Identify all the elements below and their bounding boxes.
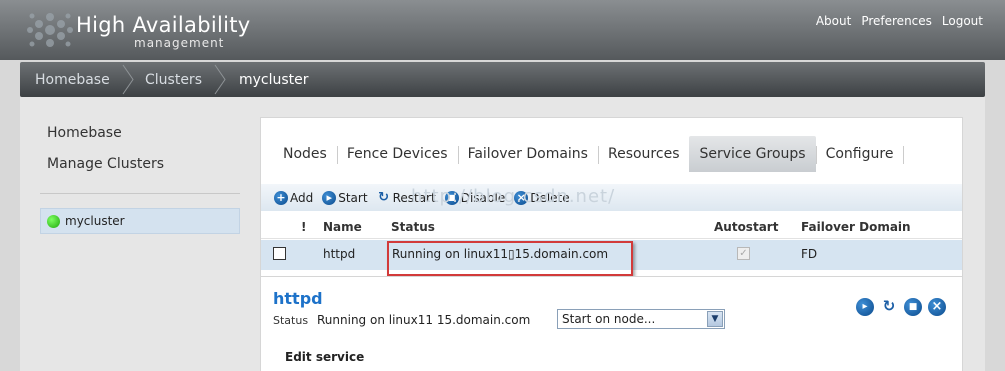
sidebar-item-manage-clusters[interactable]: Manage Clusters: [47, 156, 164, 172]
start-node-select[interactable]: Start on node... ▼: [557, 309, 725, 329]
sidebar-item-label: mycluster: [65, 214, 125, 228]
refresh-icon: ↻: [378, 189, 390, 205]
service-details: httpd Status Running on linux11 15.domai…: [261, 276, 962, 371]
add-label: Add: [290, 190, 314, 205]
status-label: Status: [273, 314, 309, 327]
tab-resources[interactable]: Resources: [597, 136, 690, 172]
breadcrumb-mycluster: mycluster: [239, 72, 309, 88]
row-failover-domain: FD: [801, 247, 818, 261]
app-title: High Availability: [76, 13, 251, 37]
col-name[interactable]: Name: [323, 220, 362, 234]
tab-nodes[interactable]: Nodes: [273, 136, 337, 172]
tab-fence-devices[interactable]: Fence Devices: [336, 136, 458, 172]
restart-button[interactable]: ↻ Restart: [377, 189, 436, 205]
delete-label: Delete: [530, 190, 570, 205]
main-page: Homebase Manage Clusters mycluster Nodes…: [20, 97, 985, 371]
table-row[interactable]: httpd Running on linux11▯15.domain.com ✓…: [261, 240, 962, 270]
stop-service-button[interactable]: ■: [904, 298, 922, 316]
logout-link[interactable]: Logout: [942, 14, 983, 28]
stop-icon: ■: [444, 190, 459, 205]
top-links: About Preferences Logout: [816, 14, 983, 28]
chevron-right-icon: [122, 64, 134, 95]
plus-icon: +: [274, 190, 288, 205]
delete-button[interactable]: × Delete: [514, 190, 570, 205]
close-icon: ×: [514, 190, 529, 205]
start-label: Start: [338, 190, 368, 205]
restart-label: Restart: [392, 190, 436, 205]
breadcrumb-homebase[interactable]: Homebase: [35, 72, 110, 88]
status-value: Running on linux11 15.domain.com: [317, 313, 531, 327]
delete-service-button[interactable]: ×: [928, 298, 946, 316]
restart-service-button[interactable]: ↻: [880, 298, 898, 316]
chevron-down-icon: ▼: [707, 311, 723, 327]
service-toolbar: http://blog.csdn.net/ + Add ▸ Start ↻ Re…: [261, 184, 962, 211]
col-autostart[interactable]: Autostart: [714, 220, 778, 234]
col-failover-domain[interactable]: Failover Domain: [801, 220, 911, 234]
logo-icon: [27, 13, 73, 47]
tab-configure[interactable]: Configure: [815, 136, 904, 172]
chevron-right-icon: [214, 64, 226, 95]
table-header: ! Name Status Autostart Failover Domain: [261, 213, 962, 239]
add-button[interactable]: + Add: [274, 190, 314, 205]
watermark: http://blog.csdn.net/: [411, 186, 616, 207]
start-service-button[interactable]: ▸: [856, 298, 874, 316]
sidebar-item-homebase[interactable]: Homebase: [47, 125, 122, 141]
tab-failover-domains[interactable]: Failover Domains: [457, 136, 598, 172]
app-subtitle: management: [134, 36, 225, 50]
service-actions: ▸ ↻ ■ ×: [856, 298, 946, 316]
disable-label: Disable: [460, 190, 506, 205]
col-status[interactable]: Status: [391, 220, 435, 234]
col-flag: !: [301, 220, 307, 234]
status-ok-icon: [47, 215, 60, 228]
tab-bar: Nodes Fence Devices Failover Domains Res…: [273, 136, 905, 172]
service-title: httpd: [273, 289, 323, 308]
tab-service-groups[interactable]: Service Groups: [689, 136, 816, 172]
row-checkbox[interactable]: [273, 247, 286, 260]
tab-divider: [903, 146, 905, 164]
sidebar-divider: [40, 193, 240, 194]
sidebar-item-mycluster[interactable]: mycluster: [40, 208, 240, 234]
content-panel: Nodes Fence Devices Failover Domains Res…: [260, 117, 963, 371]
play-icon: ▸: [322, 190, 337, 205]
row-status: Running on linux11▯15.domain.com: [392, 247, 609, 261]
disable-button[interactable]: ■ Disable: [444, 190, 506, 205]
edit-service-heading: Edit service: [285, 350, 365, 364]
start-button[interactable]: ▸ Start: [322, 190, 368, 205]
about-link[interactable]: About: [816, 14, 851, 28]
row-name[interactable]: httpd: [323, 247, 355, 261]
breadcrumb-clusters[interactable]: Clusters: [145, 72, 202, 88]
breadcrumb: Homebase Clusters mycluster: [20, 62, 985, 97]
preferences-link[interactable]: Preferences: [861, 14, 932, 28]
app-header: High Availability management About Prefe…: [0, 0, 1005, 60]
autostart-checkbox: ✓: [737, 247, 750, 260]
select-value: Start on node...: [562, 312, 656, 326]
